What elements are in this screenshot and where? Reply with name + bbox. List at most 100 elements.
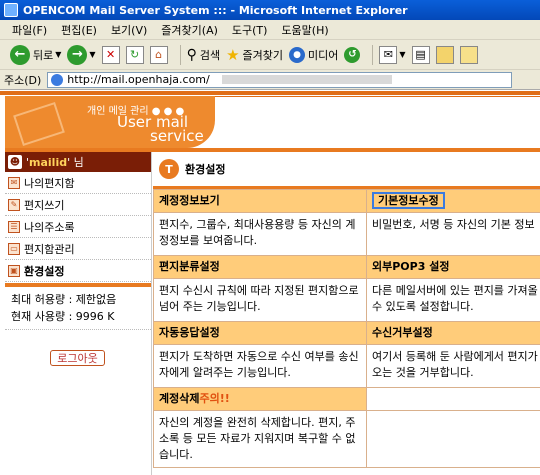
stop-icon: ✕	[101, 45, 120, 64]
sidebar-item-label: 편지쓰기	[24, 198, 65, 212]
empty-cell	[366, 387, 540, 411]
menu-edit[interactable]: 편집(E)	[61, 22, 97, 38]
search-label: 검색	[199, 48, 221, 62]
history-icon: ↺	[344, 46, 361, 63]
sidebar-item-addressbook[interactable]: ☰ 나의주소록	[5, 216, 151, 238]
sidebar-item-label: 나의주소록	[24, 220, 75, 234]
address-input[interactable]: http://mail.openhaja.com/	[47, 71, 513, 88]
print-button[interactable]: ▤	[411, 45, 430, 64]
menu-tools[interactable]: 도구(T)	[232, 22, 268, 38]
print-icon: ▤	[411, 45, 430, 64]
logout-button[interactable]: 로그아웃	[50, 350, 105, 366]
home-button[interactable]: ⌂	[149, 45, 168, 64]
header-banner	[215, 96, 540, 148]
toolbar: ← 뒤로 ▼ → ▼ ✕ ↻ ⌂ ⚲ 검색 ★ 즐겨찾기 ● 미디어 ↺ ✉ ▼ …	[0, 40, 540, 70]
menu-view[interactable]: 보기(V)	[111, 22, 147, 38]
address-label: 주소(D)	[4, 73, 42, 87]
back-arrow-icon: ←	[10, 44, 30, 65]
forward-button[interactable]: → ▼	[67, 44, 96, 65]
menu-favorites[interactable]: 즐겨찾기(A)	[161, 22, 218, 38]
quota-info: 최대 허용량 : 제한없음 현재 사용량 : 9996 K	[5, 287, 151, 330]
auto-reply-desc: 편지가 도착하면 자동으로 수신 여부를 송신자에게 알려주는 기능입니다.	[153, 344, 367, 388]
toolbar-separator	[179, 44, 181, 65]
page-icon	[51, 73, 64, 86]
basic-info-label: 기본정보수정	[372, 192, 445, 209]
sidebar-item-label: 환경설정	[24, 264, 65, 278]
folder-icon: ▭	[8, 242, 20, 255]
messenger-icon	[459, 45, 478, 64]
menu-file[interactable]: 파일(F)	[12, 22, 47, 38]
address-redacted	[221, 75, 392, 84]
back-label: 뒤로	[33, 48, 54, 62]
sidebar-item-folder-manage[interactable]: ▭ 편지함관리	[5, 238, 151, 260]
toolbar-separator	[372, 44, 374, 65]
external-pop3-link[interactable]: 외부POP3 설정	[366, 255, 540, 279]
account-info-link[interactable]: 계정정보보기	[153, 189, 367, 213]
addressbook-icon: ☰	[8, 220, 20, 233]
quota-max: 최대 허용량 : 제한없음	[11, 293, 117, 306]
empty-cell	[366, 410, 540, 468]
pencil-icon: ✎	[8, 198, 20, 211]
address-url: http://mail.openhaja.com/	[67, 73, 210, 86]
delete-account-link[interactable]: 계정삭제주의!!	[153, 387, 367, 411]
sidebar: ☻ ' mailid ' 님 ✉ 나의편지함 ✎ 편지쓰기 ☰ 나의주소록 ▭ 편지…	[5, 152, 152, 475]
external-pop3-desc: 다른 메일서버에 있는 편지를 가져올 수 있도록 설정합니다.	[366, 278, 540, 322]
sidebar-item-label: 나의편지함	[24, 176, 75, 190]
mail-button[interactable]: ✉ ▼	[379, 45, 406, 64]
delete-account-desc: 자신의 계정을 완전히 삭제합니다. 편지, 주소록 등 모든 자료가 지워지며…	[153, 410, 367, 468]
account-info-desc: 편지수, 그룹수, 최대사용용량 등 자신의 계정정보를 보여줍니다.	[153, 212, 367, 256]
basic-info-desc: 비밀번호, 서명 등 자신의 기본 정보	[366, 212, 540, 256]
reject-link[interactable]: 수신거부설정	[366, 321, 540, 345]
menu-bar: 파일(F) 편집(E) 보기(V) 즐겨찾기(A) 도구(T) 도움말(H)	[0, 20, 540, 40]
history-button[interactable]: ↺	[344, 46, 361, 63]
section-title: 환경설정	[185, 163, 226, 176]
user-row: ☻ ' mailid ' 님	[5, 152, 151, 172]
sidebar-item-label: 편지함관리	[24, 242, 75, 256]
media-icon: ●	[289, 46, 306, 63]
settings-grid: 계정정보보기 기본정보수정 편지수, 그룹수, 최대사용용량 등 자신의 계정정…	[153, 189, 540, 468]
quota-used: 현재 사용량 : 9996 K	[11, 310, 115, 323]
sidebar-item-settings[interactable]: ▣ 환경설정	[5, 260, 151, 282]
logo-line3: service	[150, 127, 204, 145]
refresh-button[interactable]: ↻	[125, 45, 144, 64]
edit-button[interactable]	[435, 45, 454, 64]
main-content: T 환경설정 계정정보보기 기본정보수정 편지수, 그룹수, 최대사용용량 등 …	[153, 152, 540, 475]
back-dropdown-icon[interactable]: ▼	[55, 50, 61, 59]
letter-sort-link[interactable]: 편지분류설정	[153, 255, 367, 279]
letter-sort-desc: 편지 수신시 규칙에 따라 지정된 편지함으로 넘어 주는 기능입니다.	[153, 278, 367, 322]
top-accent-bar	[0, 91, 540, 95]
menu-help[interactable]: 도움말(H)	[281, 22, 328, 38]
edit-icon	[435, 45, 454, 64]
window-titlebar: OPENCOM Mail Server System ::: - Microso…	[0, 0, 540, 20]
mailbox-icon: ✉	[8, 176, 20, 189]
delete-account-label: 계정삭제	[159, 392, 200, 405]
ie-app-icon	[4, 3, 18, 17]
star-icon: ★	[226, 45, 240, 64]
sidebar-item-mailbox[interactable]: ✉ 나의편지함	[5, 172, 151, 194]
search-icon: ⚲	[186, 46, 197, 63]
user-suffix: 님	[73, 156, 84, 169]
messenger-button[interactable]	[459, 45, 478, 64]
address-bar: 주소(D) http://mail.openhaja.com/	[0, 70, 540, 90]
window-title: OPENCOM Mail Server System ::: - Microso…	[23, 3, 408, 17]
mail-dropdown-icon[interactable]: ▼	[399, 50, 405, 59]
media-button[interactable]: ● 미디어	[289, 46, 339, 63]
back-button[interactable]: ← 뒤로 ▼	[10, 44, 61, 65]
service-logo: 개인 메일 관리 ● ● ● User mail service	[5, 96, 215, 148]
mail-icon: ✉	[379, 45, 398, 64]
home-icon: ⌂	[149, 45, 168, 64]
reject-desc: 여기서 등록해 둔 사람에게서 편지가 오는 것을 거부합니다.	[366, 344, 540, 388]
basic-info-link[interactable]: 기본정보수정	[366, 189, 540, 213]
forward-arrow-icon: →	[67, 44, 88, 65]
search-button[interactable]: ⚲ 검색	[187, 47, 221, 63]
sidebar-item-compose[interactable]: ✎ 편지쓰기	[5, 194, 151, 216]
favorites-button[interactable]: ★ 즐겨찾기	[226, 46, 283, 64]
user-id: mailid	[29, 155, 68, 169]
section-header: T 환경설정	[153, 152, 540, 189]
web-page: 개인 메일 관리 ● ● ● User mail service ☻ ' mail…	[0, 91, 540, 475]
auto-reply-link[interactable]: 자동응답설정	[153, 321, 367, 345]
media-label: 미디어	[308, 48, 339, 62]
stop-button[interactable]: ✕	[101, 45, 120, 64]
forward-dropdown-icon[interactable]: ▼	[89, 50, 95, 59]
envelope-icon	[13, 101, 65, 147]
